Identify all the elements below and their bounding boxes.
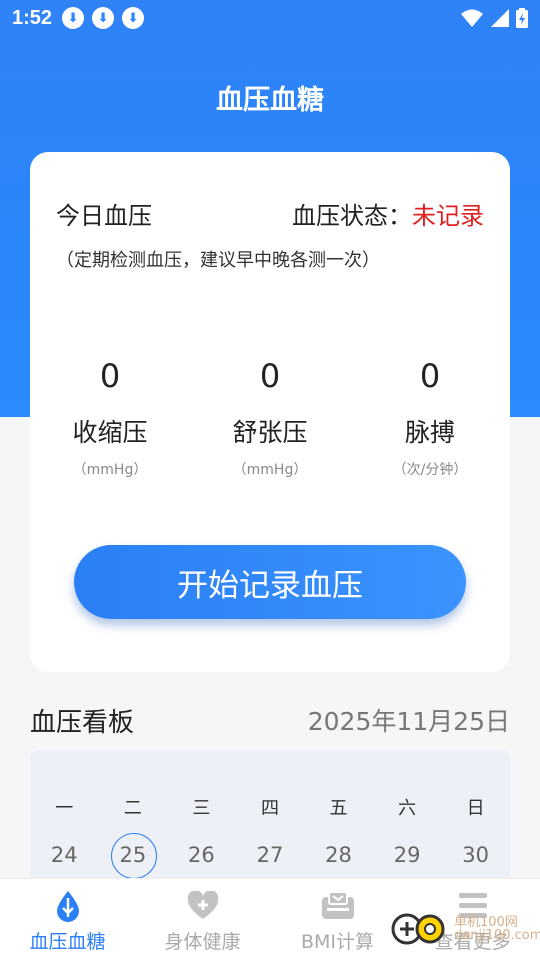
weekday-label: 四 — [260, 798, 279, 819]
calendar-day[interactable]: 28 — [304, 842, 373, 872]
board-title: 血压看板 — [30, 708, 135, 738]
day-number: 28 — [325, 843, 352, 867]
bp-status-label: 血压状态： — [292, 202, 412, 230]
tab-label: BMI计算 — [300, 931, 375, 953]
heart-plus-icon — [187, 891, 218, 919]
day-number: 27 — [256, 843, 284, 867]
day-number: 25 — [119, 843, 147, 867]
week-calendar: 一 二 三 四 五 六 日 24 25 26 27 28 29 30 — [30, 750, 510, 890]
day-number: 29 — [393, 843, 421, 867]
calendar-day[interactable]: 24 — [30, 842, 99, 872]
day-number: 26 — [188, 843, 215, 867]
metric-value: 0 — [419, 357, 441, 395]
metric-name: 收缩压 — [72, 418, 148, 447]
battery-icon — [516, 8, 528, 28]
day-number: 24 — [50, 843, 78, 867]
metric-pulse: 0 脉搏 （次/分钟） — [350, 357, 510, 479]
weekday-label: 二 — [123, 798, 142, 819]
metric-unit: （mmHg） — [232, 462, 308, 478]
status-time: 1:52 — [12, 6, 53, 29]
calendar-day[interactable]: 30 — [441, 842, 510, 872]
measure-hint: （定期检测血压，建议早中晚各测一次） — [56, 250, 380, 271]
day-number: 30 — [462, 843, 490, 867]
tab-blood-pressure-sugar[interactable]: 血压血糖 — [0, 879, 135, 960]
scale-icon — [321, 891, 354, 919]
bp-status: 血压状态：未记录 — [292, 196, 484, 231]
status-bar: 1:52 ⬇ ⬇ ⬇ — [0, 0, 540, 36]
metric-unit: （次/分钟） — [392, 462, 468, 478]
start-recording-button[interactable]: 开始记录血压 — [74, 545, 466, 619]
metric-systolic: 0 收缩压 （mmHg） — [30, 357, 190, 479]
weekday-label: 五 — [329, 798, 348, 819]
metric-value: 0 — [259, 357, 281, 395]
calendar-day[interactable]: 29 — [373, 842, 442, 872]
watermark-logo-icon — [391, 913, 445, 945]
calendar-day[interactable]: 27 — [236, 842, 305, 872]
weekday-header: 一 二 三 四 五 六 日 — [30, 794, 510, 820]
weekday-label: 日 — [466, 798, 485, 819]
metric-value: 0 — [99, 357, 121, 395]
metric-unit: （mmHg） — [72, 462, 148, 478]
signal-icon — [491, 9, 509, 27]
weekday-label: 一 — [55, 798, 74, 819]
weekday-label: 六 — [398, 798, 417, 819]
tab-label: 血压血糖 — [29, 931, 106, 953]
watermark-url: danji100.com — [454, 928, 540, 943]
download-icon: ⬇ — [62, 7, 85, 29]
today-blood-pressure-card: 今日血压 血压状态：未记录 （定期检测血压，建议早中晚各测一次） 0 收缩压 （… — [30, 152, 510, 672]
site-watermark: 单机100网 danji100.com — [390, 912, 540, 946]
today-label: 今日血压 — [56, 202, 152, 230]
system-icons — [460, 8, 528, 28]
page-title: 血压血糖 — [216, 85, 324, 116]
notification-icons: ⬇ ⬇ ⬇ — [62, 7, 145, 29]
bp-status-value: 未记录 — [412, 202, 484, 230]
metric-diastolic: 0 舒张压 （mmHg） — [190, 357, 350, 479]
wifi-icon — [461, 9, 483, 27]
tab-body-health[interactable]: 身体健康 — [135, 879, 270, 960]
calendar-day[interactable]: 26 — [167, 842, 236, 872]
download-icon: ⬇ — [122, 7, 145, 29]
calendar-day-selected[interactable]: 25 — [99, 833, 168, 879]
tab-label: 身体健康 — [164, 931, 241, 953]
weekday-label: 三 — [192, 798, 211, 819]
metric-name: 舒张压 — [232, 418, 308, 447]
blood-drop-icon — [56, 891, 79, 922]
day-row: 24 25 26 27 28 29 30 — [30, 833, 510, 879]
metric-name: 脉搏 — [404, 418, 455, 447]
download-icon: ⬇ — [92, 7, 115, 29]
bp-metrics: 0 收缩压 （mmHg） 0 舒张压 （mmHg） 0 脉搏 （次/分钟） — [30, 357, 510, 479]
board-date: 2025年11月25日 — [307, 707, 510, 736]
tab-bmi[interactable]: BMI计算 — [270, 879, 405, 960]
